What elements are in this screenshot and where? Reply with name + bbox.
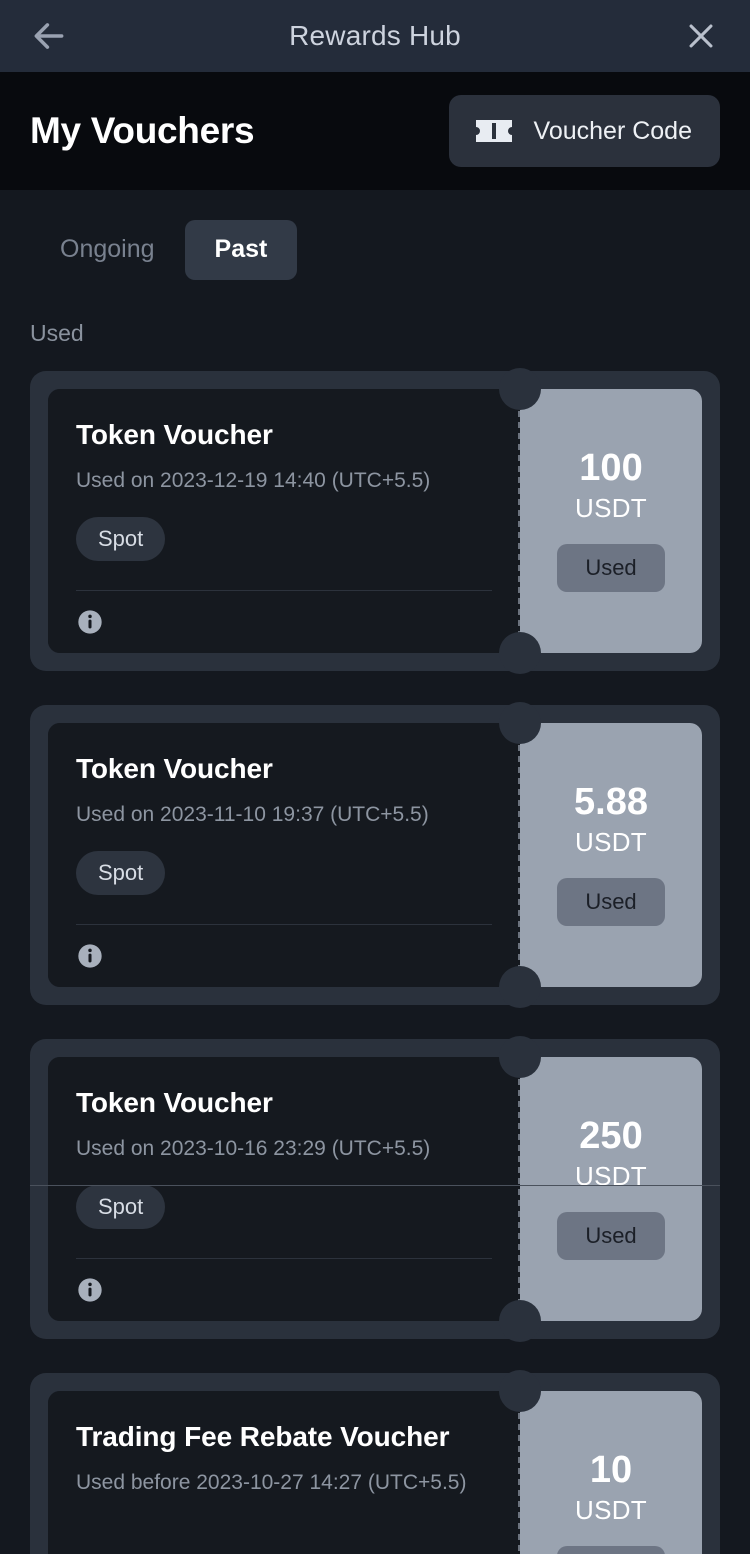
info-icon[interactable]	[76, 942, 104, 970]
voucher-date: Used before 2023-10-27 14:27 (UTC+5.5)	[76, 1470, 467, 1494]
voucher-code-button-label: Voucher Code	[533, 116, 692, 145]
voucher-details: Token Voucher Used on 2023-11-10 19:37 (…	[48, 701, 541, 1008]
rewards-hub-screen: Rewards Hub My Vouchers Voucher Code Ong…	[0, 0, 750, 1554]
voucher-footer	[76, 591, 492, 653]
tab-ongoing[interactable]: Ongoing	[30, 220, 185, 280]
voucher-date: Used on 2023-10-16 23:29 (UTC+5.5)	[76, 1136, 431, 1160]
voucher-currency: USDT	[575, 1494, 647, 1525]
voucher-details: Token Voucher Used on 2023-10-16 23:29 (…	[48, 1035, 541, 1342]
voucher-date: Used on 2023-11-10 19:37 (UTC+5.5)	[76, 802, 429, 826]
ticket-notch-bottom	[499, 965, 541, 1008]
voucher-currency: USDT	[575, 826, 647, 857]
voucher-stub: 10 USDT Used	[520, 1390, 702, 1554]
info-icon[interactable]	[76, 608, 104, 636]
voucher-footer	[76, 925, 492, 987]
voucher-footer	[76, 1259, 492, 1321]
ticket-icon	[474, 116, 514, 146]
status-badge: Used	[557, 543, 665, 593]
status-badge: Used	[557, 1545, 665, 1554]
voucher-currency: USDT	[575, 492, 647, 523]
voucher-tags: Spot	[76, 516, 492, 561]
voucher-code-button[interactable]: Voucher Code	[448, 95, 720, 167]
voucher-tag: Spot	[76, 516, 166, 561]
arrow-left-icon	[30, 17, 68, 55]
voucher-card-inner: Token Voucher Used on 2023-10-16 23:29 (…	[48, 1035, 702, 1342]
voucher-card[interactable]: Trading Fee Rebate Voucher Used before 2…	[30, 1369, 720, 1554]
voucher-title: Token Voucher	[76, 418, 273, 450]
voucher-currency: USDT	[575, 1160, 647, 1191]
voucher-title: Trading Fee Rebate Voucher	[76, 1420, 450, 1452]
voucher-amount: 250	[579, 1114, 643, 1157]
voucher-tag: Spot	[76, 850, 166, 895]
voucher-card[interactable]: Token Voucher Used on 2023-12-19 14:40 (…	[30, 367, 720, 674]
voucher-stub: 250 USDT Used	[520, 1056, 702, 1321]
tab-past[interactable]: Past	[184, 220, 298, 280]
voucher-details: Token Voucher Used on 2023-12-19 14:40 (…	[48, 367, 541, 674]
header-band: My Vouchers Voucher Code	[0, 72, 750, 190]
top-navigation-bar: Rewards Hub	[0, 0, 750, 72]
voucher-amount: 5.88	[574, 780, 648, 823]
voucher-card-inner: Token Voucher Used on 2023-12-19 14:40 (…	[48, 367, 702, 674]
status-badge: Used	[557, 1211, 665, 1261]
ticket-notch-top	[499, 1369, 541, 1412]
page-header-title: Rewards Hub	[289, 20, 461, 51]
close-icon	[684, 19, 718, 53]
voucher-details: Trading Fee Rebate Voucher Used before 2…	[48, 1369, 541, 1554]
ticket-notch-bottom	[499, 1299, 541, 1342]
voucher-list: Token Voucher Used on 2023-12-19 14:40 (…	[30, 367, 720, 1554]
status-badge: Used	[557, 877, 665, 927]
voucher-stub: 5.88 USDT Used	[520, 722, 702, 987]
voucher-card[interactable]: Token Voucher Used on 2023-10-16 23:29 (…	[30, 1035, 720, 1342]
voucher-card-inner: Token Voucher Used on 2023-11-10 19:37 (…	[48, 701, 702, 1008]
main-content: Ongoing Past Used Token Voucher Used on …	[0, 190, 750, 1554]
voucher-title: Token Voucher	[76, 1086, 273, 1118]
voucher-title: Token Voucher	[76, 752, 273, 784]
voucher-tags: Spot	[76, 850, 492, 895]
voucher-tags: Spot	[76, 1184, 492, 1229]
ticket-notch-bottom	[499, 631, 541, 674]
page-title: My Vouchers	[30, 110, 255, 151]
voucher-amount: 10	[589, 1448, 633, 1491]
voucher-date: Used on 2023-12-19 14:40 (UTC+5.5)	[76, 468, 431, 492]
voucher-card-inner: Trading Fee Rebate Voucher Used before 2…	[48, 1369, 702, 1554]
back-button[interactable]	[22, 9, 76, 63]
voucher-tabs: Ongoing Past	[30, 190, 720, 280]
voucher-amount: 100	[579, 446, 643, 489]
voucher-card[interactable]: Token Voucher Used on 2023-11-10 19:37 (…	[30, 701, 720, 1008]
ticket-notch-top	[499, 1035, 541, 1078]
voucher-stub: 100 USDT Used	[520, 388, 702, 653]
ticket-notch-top	[499, 701, 541, 744]
close-button[interactable]	[674, 9, 728, 63]
voucher-tag: Spot	[76, 1184, 166, 1229]
ticket-notch-top	[499, 367, 541, 410]
section-label-used: Used	[30, 319, 84, 346]
info-icon[interactable]	[76, 1276, 104, 1304]
